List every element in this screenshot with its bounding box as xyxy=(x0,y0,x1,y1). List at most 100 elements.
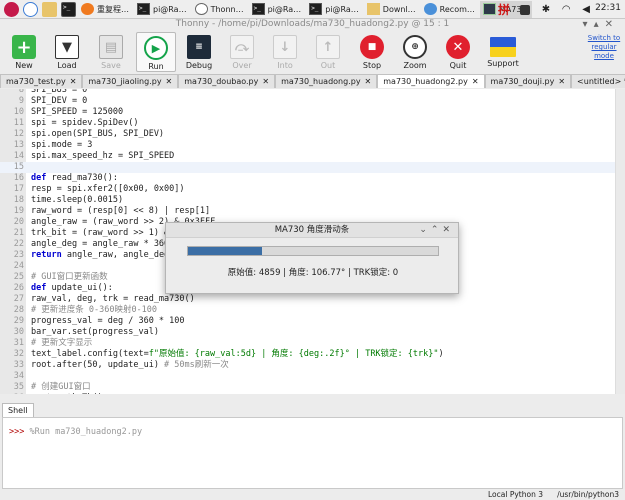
line-number: 12 xyxy=(13,129,24,139)
folder-icon xyxy=(366,3,380,15)
code-line[interactable]: 28 # 更新进度条 0-360映射0-100 xyxy=(0,305,615,316)
code-line[interactable]: 34 xyxy=(0,371,615,382)
browser-globe-icon[interactable] xyxy=(23,1,38,17)
step-out-icon: ↑ xyxy=(316,35,340,59)
code-line[interactable]: 35 # 创建GUI窗口 xyxy=(0,382,615,393)
task-terminal-1[interactable]: >_ pi@Ra… xyxy=(134,1,190,18)
run-button[interactable]: ▶ Run xyxy=(136,32,176,72)
code-text: raw_val, deg, trk = read_ma730() xyxy=(31,294,195,304)
window-controls: ▾▴✕ xyxy=(583,19,619,30)
tab-label: ma730_douji.py xyxy=(490,77,555,86)
raspberry-menu-icon[interactable] xyxy=(4,1,19,17)
tab-ma730-jiaoling[interactable]: ma730_jiaoling.py ✕ xyxy=(82,74,179,88)
out-label: Out xyxy=(320,61,336,70)
maximize-icon[interactable]: ▴ xyxy=(594,19,605,30)
wifi-icon[interactable]: ◠ xyxy=(562,4,571,15)
line-number: 32 xyxy=(13,349,24,359)
code-line[interactable]: 32 text_label.config(text=f"原始值: {raw_va… xyxy=(0,349,615,360)
debug-button[interactable]: ≡ Debug xyxy=(182,32,216,72)
task-recommend[interactable]: Recom… xyxy=(421,1,478,18)
code-line[interactable]: 10 SPI_SPEED = 125000 xyxy=(0,107,615,118)
line-number: 28 xyxy=(13,305,24,315)
code-line[interactable]: 15 xyxy=(0,162,615,173)
code-line[interactable]: 18 time.sleep(0.0015) xyxy=(0,195,615,206)
code-line[interactable]: 9 SPI_DEV = 0 xyxy=(0,96,615,107)
close-icon[interactable]: ✕ xyxy=(442,225,454,235)
terminal-launcher-icon[interactable]: >_ xyxy=(61,1,76,17)
play-icon: ▶ xyxy=(144,36,168,60)
task-label: Downl… xyxy=(382,4,416,14)
code-line[interactable]: 30 bar_var.set(progress_val) xyxy=(0,327,615,338)
code-line[interactable]: 36 root = tk.Tk() xyxy=(0,393,615,394)
support-button[interactable]: Support xyxy=(485,32,521,72)
code-line[interactable]: 16 def read_ma730(): xyxy=(0,173,615,184)
close-icon[interactable]: ✕ xyxy=(558,77,565,86)
close-icon[interactable]: ✕ xyxy=(365,77,372,86)
task-terminal-2[interactable]: >_ pi@Ra… xyxy=(249,1,305,18)
folder-icon[interactable] xyxy=(42,1,57,17)
window-title-bar: Thonny - /home/pi/Downloads/ma730_huadon… xyxy=(0,19,625,32)
close-icon[interactable]: ✕ xyxy=(70,77,77,86)
code-line[interactable]: 12 spi.open(SPI_BUS, SPI_DEV) xyxy=(0,129,615,140)
bluetooth-icon[interactable]: ✱ xyxy=(542,4,550,15)
shell-tab[interactable]: Shell xyxy=(2,403,34,417)
line-number: 10 xyxy=(13,107,24,117)
code-line[interactable]: 17 resp = spi.xfer2([0x00, 0x00]) xyxy=(0,184,615,195)
tab-ma730-doubao[interactable]: ma730_doubao.py ✕ xyxy=(178,74,276,88)
code-line[interactable]: 19 raw_word = (resp[0] << 8) | resp[1] xyxy=(0,206,615,217)
code-line[interactable]: 33 root.after(50, update_ui) # 50ms刷新一次 xyxy=(0,360,615,371)
tray-app-icon[interactable] xyxy=(520,4,530,15)
window-title: Thonny - /home/pi/Downloads/ma730_huadon… xyxy=(175,19,450,29)
quit-button[interactable]: ✕ Quit xyxy=(441,32,475,72)
tab-untitled[interactable]: <untitled> *✕ xyxy=(571,74,625,88)
minimize-icon[interactable]: ⌄ xyxy=(419,225,431,235)
line-number: 26 xyxy=(13,283,24,293)
task-downloads[interactable]: Downl… xyxy=(364,1,419,18)
editor-scrollbar[interactable] xyxy=(616,89,625,394)
into-label: Into xyxy=(277,61,293,70)
step-into-button[interactable]: ↓ Into xyxy=(268,32,302,72)
dialog-title-bar[interactable]: MA730 角度滑动条 ⌄⌃✕ xyxy=(166,223,458,238)
code-line[interactable]: 11 spi = spidev.SpiDev() xyxy=(0,118,615,129)
save-button[interactable]: ▤ Save xyxy=(94,32,128,72)
shell-prompt: >>> xyxy=(9,427,25,437)
step-out-button[interactable]: ↑ Out xyxy=(311,32,345,72)
line-number: 29 xyxy=(13,316,24,326)
task-terminal-3[interactable]: >_ pi@Ra… xyxy=(306,1,362,18)
folder-open-icon: ▼ xyxy=(55,35,79,59)
ime-indicator[interactable]: 拼 xyxy=(498,1,510,18)
maximize-icon[interactable]: ⌃ xyxy=(431,225,443,235)
tab-ma730-huadong[interactable]: ma730_huadong.py ✕ xyxy=(275,74,378,88)
interpreter-selector[interactable]: Local Python 3 xyxy=(488,489,543,500)
code-line[interactable]: 27 raw_val, deg, trk = read_ma730() xyxy=(0,294,615,305)
code-line[interactable]: 14 spi.max_speed_hz = SPI_SPEED xyxy=(0,151,615,162)
tab-ma730-huadong2[interactable]: ma730_huadong2.py ✕ xyxy=(377,74,485,88)
debug-label: Debug xyxy=(185,61,213,70)
tab-ma730-test[interactable]: ma730_test.py ✕ xyxy=(0,74,83,88)
tab-label: ma730_huadong.py xyxy=(281,77,361,86)
step-over-button[interactable]: ⤼ Over xyxy=(225,32,259,72)
switch-mode-link[interactable]: Switch to regular mode xyxy=(587,34,621,61)
code-line[interactable]: 29 progress_val = deg / 360 * 100 xyxy=(0,316,615,327)
progress-fill xyxy=(188,247,263,255)
minimize-icon[interactable]: ▾ xyxy=(583,19,594,30)
close-icon[interactable]: ✕ xyxy=(605,19,619,30)
code-line[interactable]: 8 SPI_BUS = 0 xyxy=(0,89,615,96)
tab-ma730-douji[interactable]: ma730_douji.py ✕ xyxy=(484,74,572,88)
close-icon[interactable]: ✕ xyxy=(472,77,479,86)
interpreter-path: /usr/bin/python3 xyxy=(557,490,619,499)
task-thonny[interactable]: Thonn… xyxy=(192,1,247,18)
zoom-button[interactable]: ⊕ Zoom xyxy=(398,32,432,72)
load-button[interactable]: ▼ Load xyxy=(50,32,84,72)
close-icon[interactable]: ✕ xyxy=(262,77,269,86)
shell-panel[interactable]: >>> %Run ma730_huadong2.py xyxy=(2,417,623,489)
stop-button[interactable]: ■ Stop xyxy=(355,32,389,72)
over-label: Over xyxy=(232,61,252,70)
quit-icon: ✕ xyxy=(446,35,470,59)
code-line[interactable]: 13 spi.mode = 3 xyxy=(0,140,615,151)
close-icon[interactable]: ✕ xyxy=(166,77,173,86)
new-button[interactable]: + New xyxy=(7,32,41,72)
code-line[interactable]: 31 # 更新文字显示 xyxy=(0,338,615,349)
volume-icon[interactable]: ◀ xyxy=(582,4,590,15)
task-firefox[interactable]: 重复程… xyxy=(78,1,132,18)
